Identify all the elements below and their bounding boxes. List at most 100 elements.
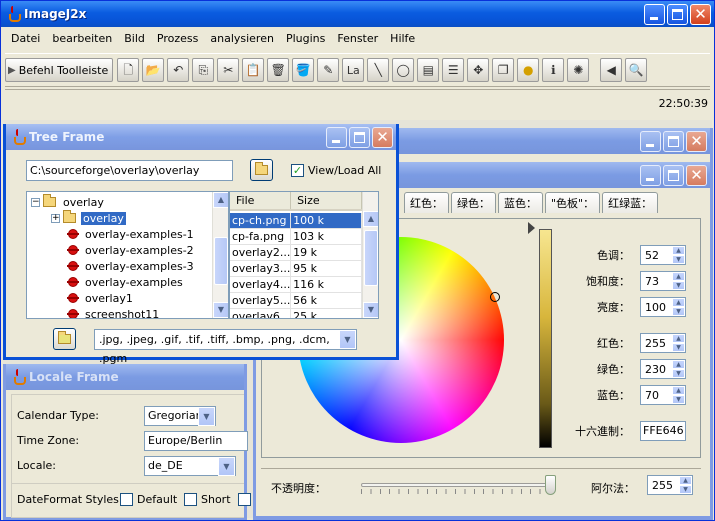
table-row[interactable]: cp-fa.png 103 k	[230, 229, 362, 245]
red-spinner[interactable]: 255 ▲ ▼	[640, 333, 686, 353]
brightness-bar[interactable]	[539, 229, 552, 448]
cut-button[interactable]: ✂	[217, 58, 240, 82]
spin-down-icon[interactable]: ▼	[672, 255, 685, 264]
minimize-button[interactable]	[644, 4, 665, 25]
new-button[interactable]: 🗋	[117, 58, 140, 82]
command-toolbar-button[interactable]: ▶ Befehl Toolleiste	[5, 58, 114, 82]
brightness-spinner[interactable]: 100 ▲ ▼	[640, 297, 686, 317]
spin-down-icon[interactable]: ▼	[672, 307, 685, 316]
file-filter-combo[interactable]: .jpg, .jpeg, .gif, .tif, .tiff, .bmp, .p…	[94, 329, 357, 365]
tab-green[interactable]: 绿色：	[451, 192, 496, 213]
blue-spinner[interactable]: 70 ▲ ▼	[640, 385, 686, 405]
menu-fenster[interactable]: Fenster	[331, 28, 384, 50]
tree-minimize-button[interactable]	[326, 127, 347, 148]
label-button[interactable]: La	[342, 58, 365, 82]
brightness-arrow-icon[interactable]	[528, 222, 535, 234]
close-button[interactable]: ✕	[690, 4, 711, 25]
line-button[interactable]: ╲	[367, 58, 390, 82]
hue-spinner[interactable]: 52 ▲ ▼	[640, 245, 686, 265]
spin-up-icon[interactable]: ▲	[672, 246, 685, 255]
tree-maximize-button[interactable]	[349, 127, 370, 148]
outer-close-button[interactable]: ✕	[686, 131, 707, 152]
wheel-selection-marker[interactable]	[490, 292, 500, 302]
green-spinner[interactable]: 230 ▲ ▼	[640, 359, 686, 379]
tree-scroll-thumb[interactable]	[214, 237, 228, 285]
menu-bearbeiten[interactable]: bearbeiten	[46, 28, 118, 50]
spin-up-icon[interactable]: ▲	[679, 476, 692, 485]
column-header-file[interactable]: File	[230, 192, 292, 209]
spin-down-icon[interactable]: ▼	[672, 395, 685, 404]
medium-checkbox[interactable]	[238, 493, 251, 506]
spin-down-icon[interactable]: ▼	[679, 485, 692, 494]
chevron-down-icon[interactable]: ▼	[339, 330, 356, 349]
table-row[interactable]: overlay2.... 19 k	[230, 245, 362, 261]
tree-frame-titlebar[interactable]: Tree Frame ✕	[6, 124, 396, 150]
tab-blue[interactable]: 蓝色：	[498, 192, 543, 213]
table-row[interactable]: overlay3.... 95 k	[230, 261, 362, 277]
sun-button[interactable]: ✺	[567, 58, 590, 82]
locale-combo[interactable]: de_DE ▼	[144, 456, 236, 476]
table-row[interactable]: overlay6.... 25 k	[230, 309, 362, 318]
path-input[interactable]: C:\sourceforge\overlay\overlay	[26, 160, 233, 181]
opacity-slider-track[interactable]	[361, 483, 549, 487]
copy-button[interactable]: ⎘	[192, 58, 215, 82]
menu-hilfe[interactable]: Hilfe	[384, 28, 421, 50]
collapse-icon[interactable]: −	[31, 197, 40, 207]
tab-swatches[interactable]: "色板"：	[545, 192, 601, 213]
info-button[interactable]: ℹ	[542, 58, 565, 82]
chooser-close-button[interactable]: ✕	[686, 165, 707, 186]
tree-node[interactable]: overlay1	[67, 290, 135, 306]
coin-button[interactable]: ●	[517, 58, 540, 82]
undo-button[interactable]: ↶	[167, 58, 190, 82]
file-scrollbar[interactable]: ▲ ▼	[362, 192, 378, 318]
fill-button[interactable]: 🪣	[292, 58, 315, 82]
view-load-all-checkbox[interactable]: ✓	[291, 164, 304, 177]
scroll-down-icon[interactable]: ▼	[363, 302, 378, 318]
chevron-down-icon[interactable]: ▼	[198, 407, 215, 426]
file-scroll-thumb[interactable]	[364, 230, 378, 286]
paste-button[interactable]: 📋	[242, 58, 265, 82]
tree-node[interactable]: overlay-examples-1	[67, 226, 196, 242]
menu-prozess[interactable]: Prozess	[151, 28, 204, 50]
tree-scrollbar[interactable]: ▲ ▼	[212, 192, 228, 318]
spin-down-icon[interactable]: ▼	[672, 343, 685, 352]
expand-icon[interactable]: +	[51, 213, 60, 223]
column-header-size[interactable]: Size	[291, 192, 362, 209]
menu-bild[interactable]: Bild	[118, 28, 151, 50]
parent-folder-button[interactable]	[53, 328, 76, 350]
puzzle-button[interactable]: ✥	[467, 58, 490, 82]
opacity-slider-thumb[interactable]	[545, 475, 556, 495]
tree-node-selected[interactable]: + overlay	[51, 210, 126, 226]
table-row[interactable]: overlay4.... 116 k	[230, 277, 362, 293]
spin-up-icon[interactable]: ▲	[672, 334, 685, 343]
style-short-option[interactable]: Short	[184, 493, 231, 506]
tree-close-button[interactable]: ✕	[372, 127, 393, 148]
doc2-button[interactable]: ☰	[442, 58, 465, 82]
pencil-button[interactable]: ✎	[317, 58, 340, 82]
tab-rgb[interactable]: 红绿蓝：	[602, 192, 659, 213]
browse-folder-button[interactable]	[250, 159, 273, 181]
doc1-button[interactable]: ▤	[417, 58, 440, 82]
style-default-option[interactable]: Default	[120, 493, 177, 506]
tree-node[interactable]: overlay-examples-2	[67, 242, 196, 258]
tree-node[interactable]: overlay-examples-3	[67, 258, 196, 274]
menu-plugins[interactable]: Plugins	[280, 28, 331, 50]
tree-node[interactable]: overlay-examples	[67, 274, 185, 290]
chooser-minimize-button[interactable]	[640, 165, 661, 186]
scroll-up-icon[interactable]: ▲	[213, 192, 228, 208]
spin-down-icon[interactable]: ▼	[672, 281, 685, 290]
scroll-down-icon[interactable]: ▼	[213, 302, 228, 318]
short-checkbox[interactable]	[184, 493, 197, 506]
spin-up-icon[interactable]: ▲	[672, 272, 685, 281]
calendar-type-combo[interactable]: Gregorian ▼	[144, 406, 216, 426]
windows-button[interactable]: ❐	[492, 58, 515, 82]
outer-minimize-button[interactable]	[640, 131, 661, 152]
back-button[interactable]: ◀	[600, 58, 623, 82]
default-checkbox[interactable]	[120, 493, 133, 506]
main-titlebar[interactable]: ImageJ2x ✕	[1, 1, 714, 27]
style-medium-option[interactable]	[238, 493, 251, 506]
scroll-up-icon[interactable]: ▲	[363, 211, 378, 227]
spin-up-icon[interactable]: ▲	[672, 386, 685, 395]
table-row[interactable]: overlay5.... 56 k	[230, 293, 362, 309]
hex-input[interactable]: FFE646	[640, 421, 686, 441]
